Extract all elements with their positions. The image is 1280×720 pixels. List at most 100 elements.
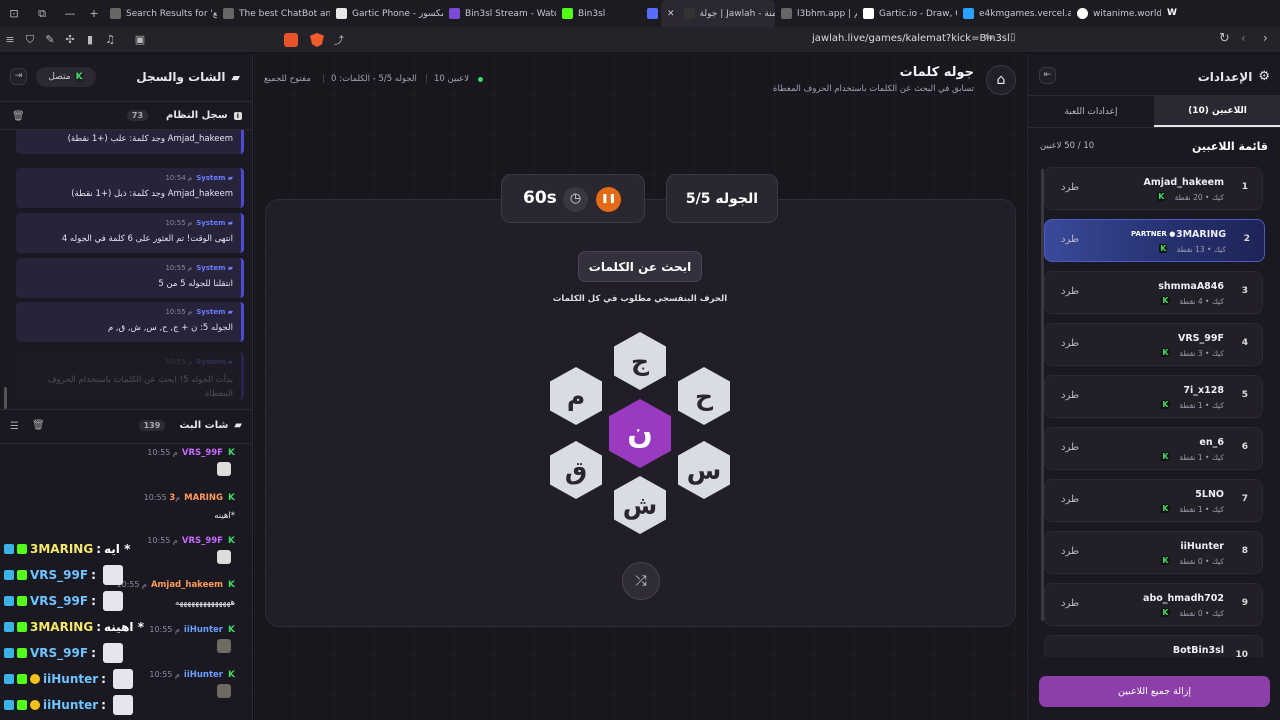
partner-label: PARTNER <box>1131 230 1167 238</box>
message-text: انتهى الوقت! تم العثور على 6 كلمة في الج… <box>61 234 233 244</box>
player-row: 2 3MARING كيك • 13 نقطة K طرد PARTNER ● <box>1044 219 1265 262</box>
player-score: كيك • 0 نقطة <box>1179 609 1224 618</box>
kick-player-button[interactable]: طرد <box>1061 598 1079 609</box>
address-bar[interactable]: jawlah.live/games/kalemat?kick=Bin3sl <box>812 33 1010 44</box>
overlay-message: iiHunter : <box>0 692 250 717</box>
share-icon[interactable]: ⤴ <box>334 32 344 47</box>
player-row: 4 VRS_99F كيك • 3 نقطة K طرد <box>1044 323 1263 366</box>
tab-game-settings[interactable]: إعدادات اللعبة <box>1028 96 1154 127</box>
player-score: كيك • 1 نقطة <box>1179 401 1224 410</box>
kick-icon: K <box>1161 452 1170 461</box>
player-rank: 4 <box>1241 338 1248 348</box>
kick-player-button[interactable]: طرد <box>1061 286 1079 297</box>
screenshot-icon[interactable]: ▣ <box>130 33 150 46</box>
separator: | <box>425 74 428 84</box>
emote-icon <box>112 668 133 689</box>
tab-title: Bin3sl Stream - Watch <box>465 8 556 19</box>
player-score: كيك • 13 نقطة <box>1176 245 1226 254</box>
brave-logo-icon[interactable] <box>310 33 324 47</box>
message-author: System <box>196 219 226 227</box>
overlay-message: iiHunter : <box>0 666 250 691</box>
reload-icon[interactable]: ↻ <box>1219 31 1230 46</box>
shuffle-button[interactable]: ⤮ <box>622 562 660 600</box>
music-icon[interactable]: ♫ <box>100 33 120 46</box>
remove-all-button[interactable]: إزالة جميع اللاعبين <box>1039 676 1270 707</box>
kick-player-button[interactable]: طرد <box>1061 546 1079 557</box>
overlay-message: VRS_99F : <box>0 640 250 665</box>
browser-tab[interactable]: Search Results for 'بيع <box>104 0 217 27</box>
kick-player-button[interactable]: طرد <box>1061 182 1079 193</box>
emote-icon <box>217 462 231 476</box>
overlay-colon: : <box>101 671 106 686</box>
kick-player-button[interactable]: طرد <box>1061 338 1079 349</box>
player-rank: 8 <box>1241 546 1248 556</box>
browser-tab[interactable] <box>641 0 661 27</box>
delete-log-icon[interactable]: 🗑 <box>12 111 25 122</box>
collapse-left-button[interactable]: ⇥ <box>10 68 27 85</box>
browser-tab[interactable]: Gartic.io - Draw, Guess <box>857 0 957 27</box>
player-row: 6 en_6 كيك • 1 نقطة K طرد <box>1044 427 1263 470</box>
tab-title: e4kmgames.vercel.app <box>979 8 1071 19</box>
tab-actions-icon[interactable]: ⧉ <box>28 7 56 21</box>
overlay-colon: : <box>91 567 96 582</box>
kick-player-button[interactable]: طرد <box>1061 494 1079 505</box>
tab-title: l3bhm.app | لعبهم <box>797 8 857 19</box>
system-log: Amjad_hakeem وجد كلمة: علب (+1 نقطة) 10:5… <box>0 130 253 408</box>
delete-chat-icon[interactable]: 🗑 <box>32 420 45 431</box>
kick-player-button[interactable]: طرد <box>1061 234 1079 245</box>
home-button[interactable]: ⌂ <box>986 65 1016 95</box>
browser-tab[interactable]: Gartic Phone - المكسور <box>330 0 443 27</box>
browser-tab[interactable]: The best ChatBot and <box>217 0 330 27</box>
minimize-icon[interactable]: — <box>56 7 84 20</box>
menu-icon[interactable]: ≡ <box>0 33 20 46</box>
message-time: 10:54 م <box>165 174 193 182</box>
site-settings-icon[interactable]: ⇋ <box>985 32 993 43</box>
player-name: 7i_x128 <box>1183 385 1224 396</box>
tab-players[interactable]: اللاعبين (10) <box>1154 96 1280 127</box>
bookmark-icon[interactable]: ▯ <box>1010 32 1016 43</box>
chat-username[interactable]: VRS_99F <box>182 448 223 458</box>
log-scrollbar[interactable] <box>4 387 7 409</box>
kick-player-button[interactable]: طرد <box>1061 442 1079 453</box>
shield-icon[interactable]: ⛉ <box>20 33 40 47</box>
system-message: 10:54 م System ▰ Amjad_hakeem وجد كلمة: ذب… <box>16 168 244 208</box>
new-tab-button[interactable]: + <box>84 7 104 20</box>
tab-title: Gartic.io - Draw, Guess <box>879 8 957 19</box>
collapse-right-button[interactable]: ⇤ <box>1039 67 1056 84</box>
player-name: 5LNO <box>1195 489 1224 500</box>
player-rank: 2 <box>1243 234 1250 244</box>
browser-tab[interactable]: e4kmgames.vercel.app <box>957 0 1071 27</box>
forward-icon[interactable]: › <box>1263 31 1268 45</box>
overlay-username: VRS_99F <box>30 645 89 660</box>
player-row: 10 BotBin3sl <box>1044 635 1263 657</box>
tab-favicon-icon <box>223 8 234 19</box>
puzzle-icon[interactable]: ✣ <box>60 33 80 46</box>
overlay-message: VRS_99F : <box>0 562 250 587</box>
browser-tab[interactable]: Bin3sl Stream - Watch <box>443 0 556 27</box>
player-rank: 10 <box>1235 650 1248 657</box>
extensions-icon[interactable]: ✎ <box>40 33 60 46</box>
browser-tab[interactable]: Bin3sl <box>556 0 641 27</box>
sidebar-toggle-icon[interactable]: ⊡ <box>0 7 28 20</box>
pause-button[interactable]: ❚❚ <box>596 187 621 212</box>
player-name: VRS_99F <box>1178 333 1224 344</box>
chat-settings-icon[interactable]: ☰ <box>10 421 19 432</box>
brave-shield-icon[interactable] <box>284 33 298 47</box>
overlay-message: 3MARING : ايه * <box>0 536 250 561</box>
chat-count: 139 <box>138 420 166 431</box>
badge-icon <box>4 543 14 554</box>
chat-meta: 10:55 م VRS_99F K <box>147 448 235 458</box>
overlay-username: iiHunter <box>43 671 99 686</box>
browser-tab[interactable]: l3bhm.app | لعبهم <box>775 0 857 27</box>
kick-icon: K <box>228 448 235 458</box>
browser-tab[interactable]: W <box>1161 0 1201 27</box>
kick-player-button[interactable]: طرد <box>1061 390 1079 401</box>
sidebar-icon[interactable]: ▮ <box>80 33 100 46</box>
kick-icon: K <box>1161 348 1170 357</box>
close-tab-icon[interactable]: ✕ <box>667 9 675 19</box>
player-score: كيك • 4 نقطة <box>1179 297 1224 306</box>
back-icon[interactable]: ‹ <box>1241 31 1246 45</box>
player-name: abo_hmadh702 <box>1143 593 1224 604</box>
browser-tab[interactable]: witanime.world <box>1071 0 1161 27</box>
browser-tab[interactable]: ✕ جولة | Jawlah - منة <box>661 0 775 27</box>
